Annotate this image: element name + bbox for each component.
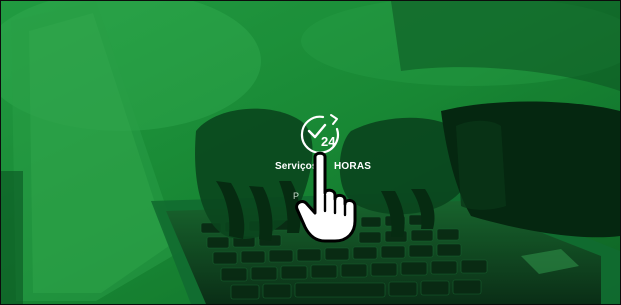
promo-banner[interactable]: 24 Serviços HORAS P [0,0,621,305]
service-24h-link[interactable] [263,106,373,251]
